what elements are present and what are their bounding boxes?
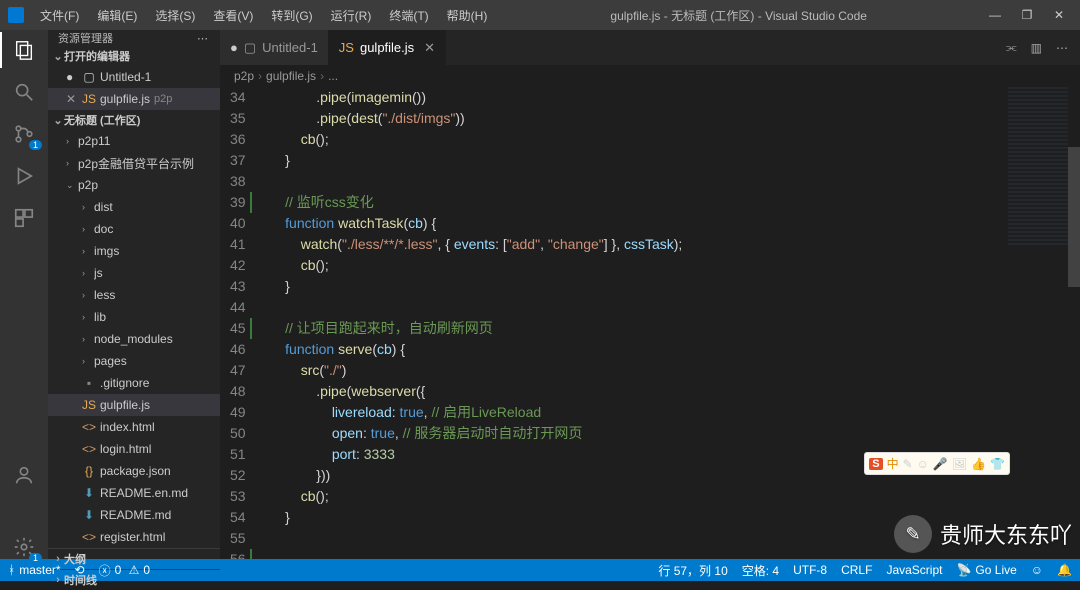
accounts-icon[interactable] — [12, 463, 36, 487]
settings-badge: 1 — [29, 553, 42, 563]
tree-file[interactable]: <>register.html — [48, 526, 220, 548]
sidebar: 资源管理器 ⋯ ⌄打开的编辑器 ●▢Untitled-1✕JSgulpfile.… — [48, 30, 220, 559]
window-controls: — ❐ ✕ — [982, 8, 1072, 22]
tree-folder[interactable]: ›node_modules — [48, 328, 220, 350]
open-editors-list: ●▢Untitled-1✕JSgulpfile.jsp2p — [48, 66, 220, 110]
window-title: gulpfile.js - 无标题 (工作区) - Visual Studio … — [495, 7, 982, 24]
activity-bar: 1 1 — [0, 30, 48, 559]
menu-item[interactable]: 帮助(H) — [439, 4, 496, 27]
menu-item[interactable]: 编辑(E) — [89, 4, 145, 27]
tree-file[interactable]: JSgulpfile.js — [48, 394, 220, 416]
line-gutter: 3435363738394041424344454647484950515253… — [220, 87, 264, 559]
menu-item[interactable]: 文件(F) — [32, 4, 87, 27]
status-feedback[interactable]: ☺ — [1031, 562, 1043, 579]
code-content[interactable]: .pipe(imagemin()) .pipe(dest("./dist/img… — [264, 87, 1080, 559]
breadcrumb-item[interactable]: ... — [328, 69, 338, 83]
ime-icon[interactable]: 👕 — [990, 457, 1005, 471]
tree-file[interactable]: ▪.gitignore — [48, 372, 220, 394]
editor-tab[interactable]: ●▢Untitled-1 — [220, 30, 329, 65]
tree-file[interactable]: ⬇README.en.md — [48, 482, 220, 504]
tree-folder[interactable]: ›dist — [48, 196, 220, 218]
tree-file[interactable]: {}package.json — [48, 460, 220, 482]
tree-folder[interactable]: ›p2p11 — [48, 130, 220, 152]
status-lang[interactable]: JavaScript — [886, 562, 942, 579]
status-encoding[interactable]: UTF-8 — [793, 562, 827, 579]
editor-area: ●▢Untitled-1JSgulpfile.js✕ ⫘ ▥ ⋯ p2p›gul… — [220, 30, 1080, 559]
tree-file[interactable]: ⬇README.md — [48, 504, 220, 526]
minimize-button[interactable]: — — [988, 8, 1002, 22]
code-editor[interactable]: 3435363738394041424344454647484950515253… — [220, 87, 1080, 559]
file-tree: ›p2p11›p2p金融借贷平台示例⌄p2p›dist›doc›imgs›js›… — [48, 130, 220, 548]
watermark: ✎ 贵师大东东吖 — [894, 515, 1072, 553]
status-cursor[interactable]: 行 57，列 10 — [658, 562, 727, 579]
toolbar-more-icon[interactable]: ⋯ — [1056, 41, 1068, 55]
explorer-icon[interactable] — [12, 38, 36, 62]
watermark-avatar: ✎ — [894, 515, 932, 553]
extensions-icon[interactable] — [12, 206, 36, 230]
tree-folder[interactable]: ›p2p金融借贷平台示例 — [48, 152, 220, 174]
tree-folder[interactable]: ›js — [48, 262, 220, 284]
status-problems[interactable]: ⓧ 0 ⚠ 0 — [99, 562, 150, 579]
settings-icon[interactable]: 1 — [12, 535, 36, 559]
breadcrumbs[interactable]: p2p›gulpfile.js›... — [220, 65, 1080, 87]
tree-folder[interactable]: ›lib — [48, 306, 220, 328]
maximize-button[interactable]: ❐ — [1020, 8, 1034, 22]
title-bar: 文件(F)编辑(E)选择(S)查看(V)转到(G)运行(R)终端(T)帮助(H)… — [0, 0, 1080, 30]
menu-item[interactable]: 选择(S) — [147, 4, 203, 27]
scm-badge: 1 — [29, 140, 42, 150]
tree-folder[interactable]: ›pages — [48, 350, 220, 372]
scrollbar-thumb[interactable] — [1068, 147, 1080, 287]
status-spaces[interactable]: 空格: 4 — [742, 562, 779, 579]
menu-item[interactable]: 查看(V) — [205, 4, 261, 27]
editor-scrollbar[interactable] — [1068, 87, 1080, 559]
sidebar-title: 资源管理器 — [58, 30, 113, 46]
workspace-section[interactable]: ⌄无标题 (工作区) — [48, 110, 220, 130]
menu-item[interactable]: 运行(R) — [323, 4, 380, 27]
ime-icon[interactable]: 🖼 — [952, 457, 967, 471]
ime-icon[interactable]: 👍 — [971, 457, 986, 471]
run-debug-icon[interactable] — [12, 164, 36, 188]
menu-item[interactable]: 转到(G) — [263, 4, 320, 27]
ime-icon[interactable]: ✎ — [903, 457, 913, 471]
status-golive[interactable]: 📡 Go Live — [956, 562, 1016, 579]
toolbar-compare-icon[interactable]: ⫘ — [1006, 40, 1017, 55]
tree-folder[interactable]: ›less — [48, 284, 220, 306]
tree-file[interactable]: <>index.html — [48, 416, 220, 438]
sidebar-more-icon[interactable]: ⋯ — [197, 32, 210, 45]
ime-icon[interactable]: ☺ — [917, 457, 929, 471]
open-editor-item[interactable]: ✕JSgulpfile.jsp2p — [48, 88, 220, 110]
breadcrumb-item[interactable]: gulpfile.js — [266, 69, 316, 83]
editor-tab[interactable]: JSgulpfile.js✕ — [329, 30, 446, 65]
tree-folder[interactable]: ›doc — [48, 218, 220, 240]
tree-file[interactable]: <>login.html — [48, 438, 220, 460]
breadcrumb-item[interactable]: p2p — [234, 69, 254, 83]
ime-icon[interactable]: 🎤 — [933, 457, 948, 471]
menu-item[interactable]: 终端(T) — [381, 4, 436, 27]
toolbar-split-icon[interactable]: ▥ — [1031, 41, 1042, 55]
tree-folder[interactable]: ›imgs — [48, 240, 220, 262]
menu-bar: 文件(F)编辑(E)选择(S)查看(V)转到(G)运行(R)终端(T)帮助(H) — [32, 4, 495, 27]
status-notifications[interactable]: 🔔 — [1057, 562, 1072, 579]
tree-folder[interactable]: ⌄p2p — [48, 174, 220, 196]
source-control-icon[interactable]: 1 — [12, 122, 36, 146]
open-editors-section[interactable]: ⌄打开的编辑器 — [48, 46, 220, 66]
open-editor-item[interactable]: ●▢Untitled-1 — [48, 66, 220, 88]
status-sync[interactable]: ⟲ — [75, 563, 85, 577]
close-button[interactable]: ✕ — [1052, 8, 1066, 22]
editor-tabs: ●▢Untitled-1JSgulpfile.js✕ ⫘ ▥ ⋯ — [220, 30, 1080, 65]
search-icon[interactable] — [12, 80, 36, 104]
ime-toolbar[interactable]: S 中 ✎☺🎤🖼👍👕 — [864, 452, 1010, 475]
status-branch[interactable]: ᚼ master* — [8, 563, 61, 577]
vscode-icon — [8, 7, 24, 23]
status-eol[interactable]: CRLF — [841, 562, 872, 579]
